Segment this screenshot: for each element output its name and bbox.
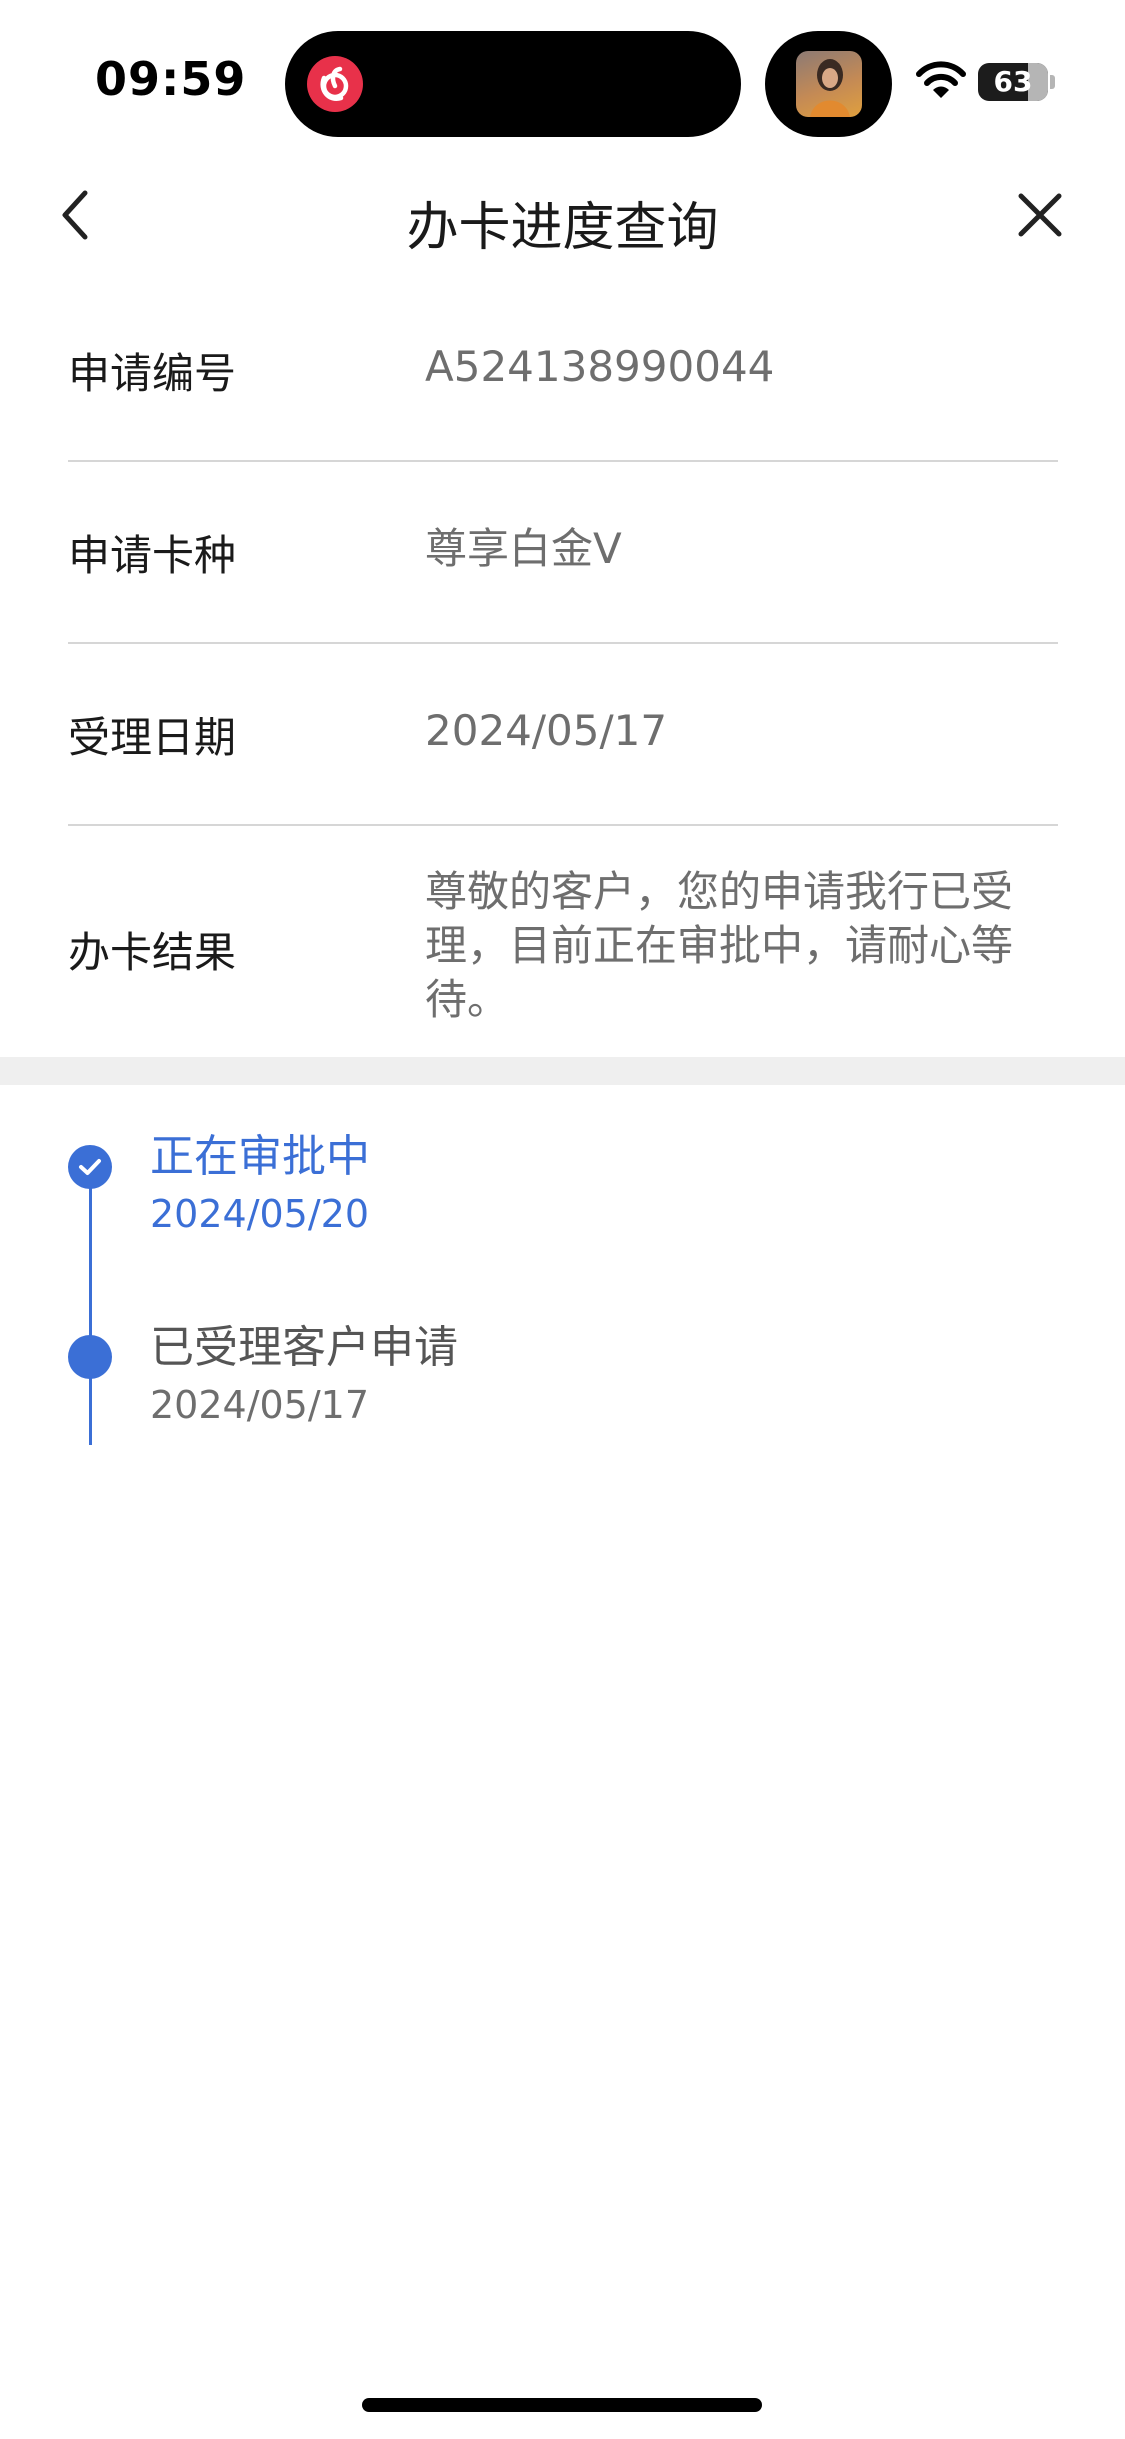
wifi-icon	[916, 61, 966, 98]
info-value: 2024/05/17	[425, 706, 668, 755]
info-row-card-type: 申请卡种 尊享白金V	[0, 467, 1125, 649]
timeline-step-title: 已受理客户申请	[150, 1322, 458, 1373]
album-art	[796, 51, 862, 117]
info-value: 尊享白金V	[425, 524, 622, 573]
section-separator	[0, 1057, 1125, 1085]
info-row-result: 办卡结果 尊敬的客户，您的申请我行已受理，目前正在审批中，请耐心等待。	[0, 831, 1125, 1057]
now-playing-island[interactable]	[765, 31, 892, 137]
timeline-line	[89, 1170, 92, 1445]
divider	[68, 642, 1058, 644]
nav-bar: 办卡进度查询	[0, 150, 1125, 285]
battery-cap	[1050, 75, 1055, 89]
divider	[68, 460, 1058, 462]
status-bar: 09:59 63	[0, 0, 1125, 150]
close-button[interactable]	[1000, 175, 1080, 255]
info-label: 受理日期	[68, 713, 237, 762]
checkmark-icon	[68, 1145, 112, 1189]
info-label: 申请卡种	[68, 531, 237, 580]
battery-icon: 63	[978, 63, 1048, 101]
info-value-result: 尊敬的客户，您的申请我行已受理，目前正在审批中，请耐心等待。	[425, 867, 1014, 1024]
info-value: A524138990044	[425, 342, 775, 391]
info-row-application-number: 申请编号 A524138990044	[0, 285, 1125, 467]
progress-timeline: 正在审批中 2024/05/20 已受理客户申请 2024/05/17	[0, 1085, 1125, 1485]
battery-level: 63	[993, 65, 1033, 98]
timeline-step-date: 2024/05/17	[150, 1383, 370, 1427]
netease-music-icon	[307, 56, 363, 112]
timeline-step-title: 正在审批中	[150, 1131, 370, 1182]
info-row-accept-date: 受理日期 2024/05/17	[0, 649, 1125, 831]
close-icon	[1018, 193, 1062, 237]
info-label: 办卡结果	[68, 928, 237, 977]
status-time: 09:59	[95, 52, 247, 106]
timeline-dot-icon	[68, 1335, 112, 1379]
timeline-step-date: 2024/05/20	[150, 1192, 370, 1236]
dynamic-island[interactable]	[285, 31, 741, 137]
home-indicator[interactable]	[362, 2398, 762, 2412]
card-progress-screen: 09:59 63 办卡进度查询 申请编号 A524138990044 申请卡种 …	[0, 0, 1125, 2439]
info-label: 申请编号	[68, 349, 237, 398]
application-info: 申请编号 A524138990044 申请卡种 尊享白金V 受理日期 2024/…	[0, 285, 1125, 1057]
page-title: 办卡进度查询	[406, 198, 719, 258]
divider	[68, 824, 1058, 826]
